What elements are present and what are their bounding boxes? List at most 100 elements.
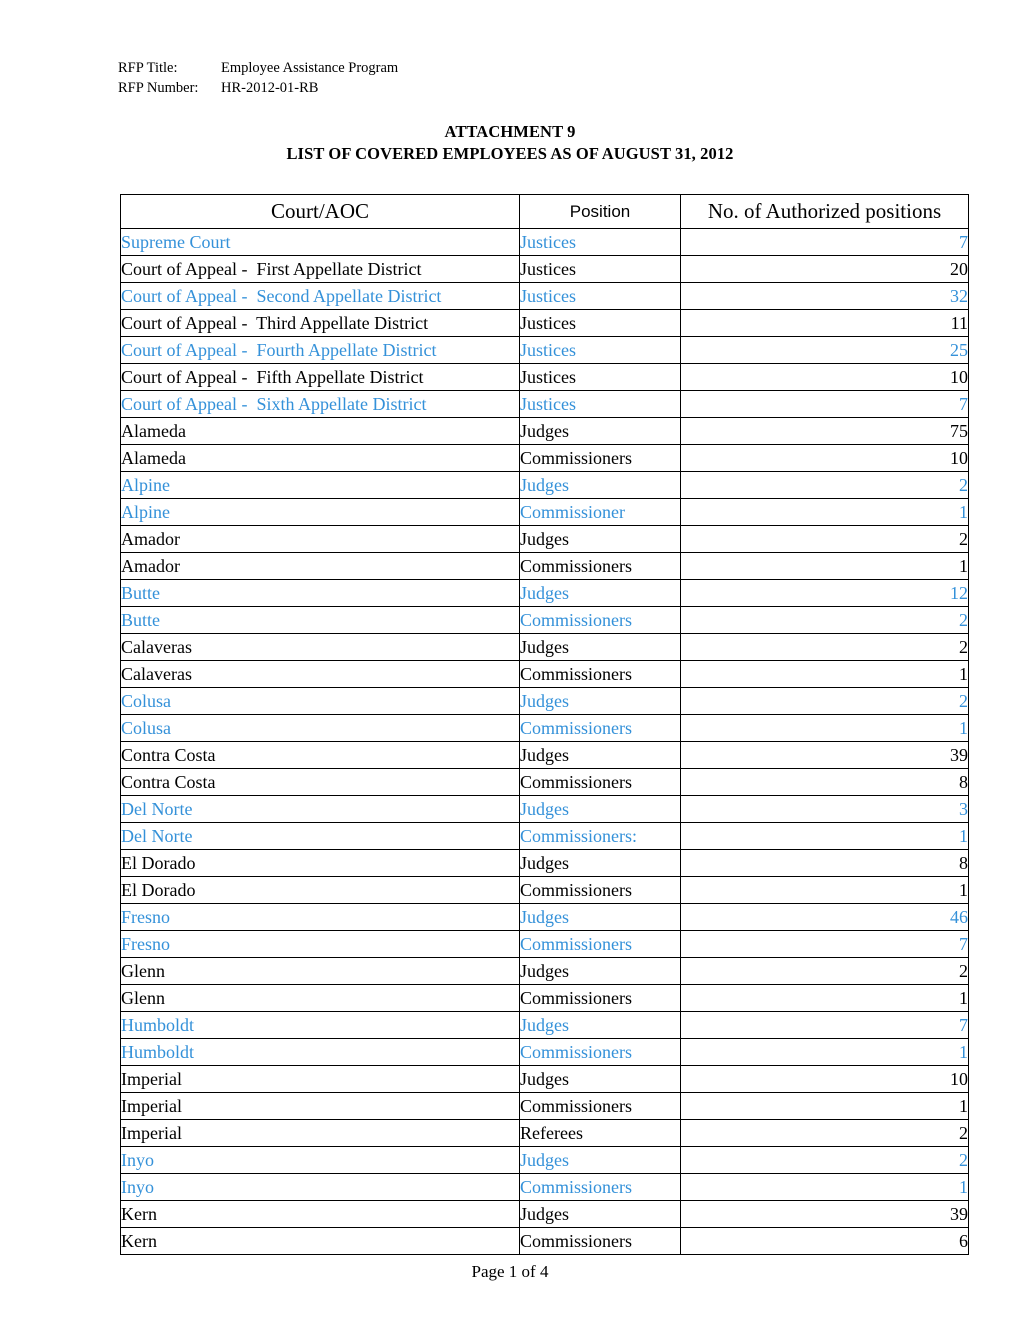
cell-authorized-positions: 12 bbox=[680, 579, 969, 607]
cell-court: Imperial bbox=[120, 1092, 520, 1120]
covered-employees-table-wrapper: Court/AOC Position No. of Authorized pos… bbox=[120, 194, 969, 1255]
cell-court: Alpine bbox=[120, 498, 520, 526]
cell-authorized-positions: 1 bbox=[680, 498, 969, 526]
table-row: Humboldt Commissioners 1 bbox=[120, 1038, 969, 1066]
cell-authorized-positions: 2 bbox=[680, 1146, 969, 1174]
cell-authorized-positions: 10 bbox=[680, 363, 969, 391]
cell-position: Commissioners bbox=[519, 552, 681, 580]
cell-position: Judges bbox=[519, 417, 681, 445]
cell-position: Commissioners bbox=[519, 1173, 681, 1201]
table-row: Inyo Judges 2 bbox=[120, 1146, 969, 1174]
cell-position: Justices bbox=[519, 336, 681, 364]
cell-position: Commissioners bbox=[519, 660, 681, 688]
cell-authorized-positions: 1 bbox=[680, 1092, 969, 1120]
table-row: Glenn Judges 2 bbox=[120, 957, 969, 985]
table-row: Calaveras Judges 2 bbox=[120, 633, 969, 661]
table-row: Humboldt Judges 7 bbox=[120, 1011, 969, 1039]
table-row: Calaveras Commissioners 1 bbox=[120, 660, 969, 688]
table-row: El Dorado Commissioners 1 bbox=[120, 876, 969, 904]
cell-court: Court of Appeal - Third Appellate Distri… bbox=[120, 309, 520, 337]
page-footer: Page 1 of 4 bbox=[0, 1262, 1020, 1282]
cell-position: Commissioners: bbox=[519, 822, 681, 850]
cell-court: Contra Costa bbox=[120, 768, 520, 796]
cell-court: Calaveras bbox=[120, 660, 520, 688]
cell-court: Contra Costa bbox=[120, 741, 520, 769]
cell-court: Supreme Court bbox=[120, 228, 520, 256]
document-page: RFP Title: Employee Assistance Program R… bbox=[0, 0, 1020, 1320]
cell-court: Court of Appeal - Fourth Appellate Distr… bbox=[120, 336, 520, 364]
cell-position: Justices bbox=[519, 363, 681, 391]
table-row: Del Norte Judges 3 bbox=[120, 795, 969, 823]
cell-position: Judges bbox=[519, 1011, 681, 1039]
cell-court: Humboldt bbox=[120, 1038, 520, 1066]
table-body: Supreme Court Justices 7 Court of Appeal - … bbox=[120, 228, 969, 1255]
rfp-header: RFP Title: Employee Assistance Program R… bbox=[118, 58, 398, 98]
cell-authorized-positions: 6 bbox=[680, 1227, 969, 1255]
cell-position: Judges bbox=[519, 741, 681, 769]
table-row: Kern Commissioners 6 bbox=[120, 1227, 969, 1255]
cell-authorized-positions: 2 bbox=[680, 1119, 969, 1147]
cell-position: Commissioners bbox=[519, 930, 681, 958]
cell-court: Kern bbox=[120, 1227, 520, 1255]
cell-position: Justices bbox=[519, 309, 681, 337]
rfp-number-value: HR-2012-01-RB bbox=[221, 80, 319, 96]
table-row: Contra Costa Judges 39 bbox=[120, 741, 969, 769]
table-row: Butte Commissioners 2 bbox=[120, 606, 969, 634]
cell-position: Commissioners bbox=[519, 714, 681, 742]
cell-position: Judges bbox=[519, 849, 681, 877]
table-row: Court of Appeal - Sixth Appellate Distri… bbox=[120, 390, 969, 418]
table-head: Court/AOC Position No. of Authorized pos… bbox=[120, 194, 969, 229]
cell-authorized-positions: 39 bbox=[680, 1200, 969, 1228]
table-row: Court of Appeal - Third Appellate Distri… bbox=[120, 309, 969, 337]
cell-court: Court of Appeal - Sixth Appellate Distri… bbox=[120, 390, 520, 418]
cell-authorized-positions: 8 bbox=[680, 849, 969, 877]
cell-position: Commissioners bbox=[519, 606, 681, 634]
cell-court: Glenn bbox=[120, 957, 520, 985]
cell-court: Inyo bbox=[120, 1146, 520, 1174]
cell-authorized-positions: 2 bbox=[680, 687, 969, 715]
cell-authorized-positions: 2 bbox=[680, 606, 969, 634]
cell-court: Fresno bbox=[120, 930, 520, 958]
column-header-authorized-positions: No. of Authorized positions bbox=[680, 194, 969, 229]
table-row: Alameda Judges 75 bbox=[120, 417, 969, 445]
cell-authorized-positions: 75 bbox=[680, 417, 969, 445]
cell-court: Alpine bbox=[120, 471, 520, 499]
cell-position: Judges bbox=[519, 1065, 681, 1093]
rfp-number-line: RFP Number: HR-2012-01-RB bbox=[118, 78, 398, 98]
rfp-title-line: RFP Title: Employee Assistance Program bbox=[118, 58, 398, 78]
cell-court: Inyo bbox=[120, 1173, 520, 1201]
table-row: Alpine Commissioner 1 bbox=[120, 498, 969, 526]
document-titles: ATTACHMENT 9 LIST OF COVERED EMPLOYEES A… bbox=[0, 121, 1020, 165]
table-row: Fresno Commissioners 7 bbox=[120, 930, 969, 958]
table-row: Imperial Referees 2 bbox=[120, 1119, 969, 1147]
cell-authorized-positions: 20 bbox=[680, 255, 969, 283]
attachment-title: ATTACHMENT 9 bbox=[444, 122, 576, 141]
cell-position: Judges bbox=[519, 795, 681, 823]
cell-position: Justices bbox=[519, 390, 681, 418]
cell-court: Fresno bbox=[120, 903, 520, 931]
cell-authorized-positions: 7 bbox=[680, 390, 969, 418]
cell-position: Judges bbox=[519, 633, 681, 661]
cell-authorized-positions: 25 bbox=[680, 336, 969, 364]
table-header-row: Court/AOC Position No. of Authorized pos… bbox=[120, 194, 969, 229]
cell-authorized-positions: 1 bbox=[680, 1038, 969, 1066]
cell-authorized-positions: 46 bbox=[680, 903, 969, 931]
cell-authorized-positions: 11 bbox=[680, 309, 969, 337]
rfp-title-label: RFP Title: bbox=[118, 60, 178, 76]
cell-authorized-positions: 7 bbox=[680, 228, 969, 256]
cell-court: Glenn bbox=[120, 984, 520, 1012]
rfp-title-value: Employee Assistance Program bbox=[221, 60, 399, 76]
cell-authorized-positions: 1 bbox=[680, 984, 969, 1012]
table-row: Del Norte Commissioners: 1 bbox=[120, 822, 969, 850]
cell-authorized-positions: 1 bbox=[680, 552, 969, 580]
cell-position: Commissioners bbox=[519, 444, 681, 472]
cell-court: Butte bbox=[120, 579, 520, 607]
cell-authorized-positions: 8 bbox=[680, 768, 969, 796]
cell-court: Colusa bbox=[120, 714, 520, 742]
cell-authorized-positions: 7 bbox=[680, 1011, 969, 1039]
cell-court: Alameda bbox=[120, 444, 520, 472]
table-row: Court of Appeal - Second Appellate Distr… bbox=[120, 282, 969, 310]
cell-position: Commissioners bbox=[519, 984, 681, 1012]
cell-position: Justices bbox=[519, 228, 681, 256]
table-row: Inyo Commissioners 1 bbox=[120, 1173, 969, 1201]
